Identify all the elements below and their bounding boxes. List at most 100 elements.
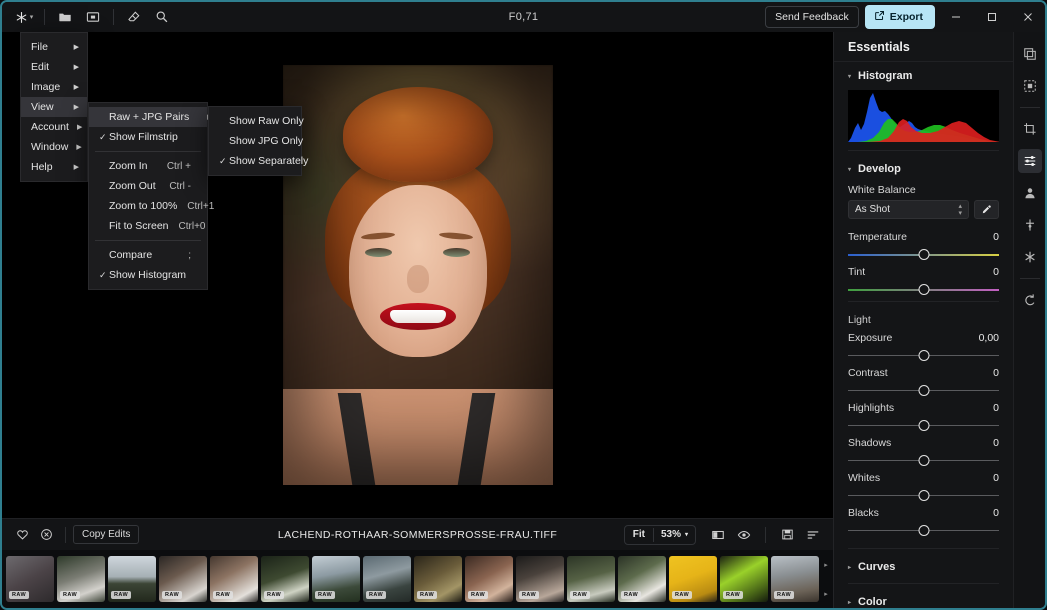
raw-jpg-pairs-submenu[interactable]: Show Raw Only Show JPG Only ✓ Show Separate… [208,106,308,176]
histogram-section-header[interactable]: ▾ Histogram [834,62,1013,88]
close-button[interactable] [1013,2,1043,32]
effects-icon[interactable] [1018,245,1042,269]
heart-icon[interactable] [10,524,34,546]
slider-knob[interactable] [918,284,929,295]
scroll-up-icon[interactable]: ▸ [824,561,828,569]
view-menu-item-show-filmstrip[interactable]: ✓ Show Filmstrip [89,127,207,147]
slider-shadows[interactable]: Shadows 0 [834,433,1013,468]
develop-section-header[interactable]: ▾ Develop [834,155,1013,181]
sort-icon[interactable] [801,524,825,546]
view-menu-item-zoom-in[interactable]: Zoom In Ctrl + [89,156,207,176]
fit-button[interactable]: Fit [625,529,653,540]
eraser-icon[interactable] [120,6,148,28]
view-menu-item-zoom-out[interactable]: Zoom Out Ctrl - [89,176,207,196]
filmstrip[interactable]: RAW RAW RAW RAW RAW RAW RAW RAW RAW RAW RAW RAW RAW R… [2,550,833,608]
menu-item-file[interactable]: File ▶ [21,37,87,57]
maximize-button[interactable] [977,2,1007,32]
reset-icon[interactable] [1018,288,1042,312]
slider-track[interactable] [848,454,999,468]
layers-icon[interactable] [1018,42,1042,66]
filmstrip-thumbnail[interactable]: RAW [363,556,411,602]
zoom-level-dropdown[interactable]: 53% ▾ [654,529,695,540]
filmstrip-thumbnail[interactable]: RAW [6,556,54,602]
filmstrip-thumbnail[interactable]: RAW [669,556,717,602]
slider-knob[interactable] [918,455,929,466]
slider-track[interactable] [848,419,999,433]
pairs-menu-item-show-raw-only[interactable]: Show Raw Only [209,111,304,131]
slider-value: 0 [993,507,999,519]
send-feedback-button[interactable]: Send Feedback [765,6,859,28]
filmstrip-thumbnail[interactable]: RAW [618,556,666,602]
reject-icon[interactable] [34,524,58,546]
adjustments-icon[interactable] [1017,149,1042,173]
export-button[interactable]: Export [864,5,935,29]
slider-knob[interactable] [918,420,929,431]
compare-split-icon[interactable] [706,524,730,546]
slider-track[interactable] [848,489,999,503]
filmstrip-thumbnail[interactable]: RAW [261,556,309,602]
slider-knob[interactable] [918,525,929,536]
view-menu-item-raw-jpg-pairs[interactable]: Raw + JPG Pairs▶ [89,107,213,127]
white-balance-select[interactable]: As Shot ▴ ▾ [848,200,969,219]
filmstrip-scroll-arrows[interactable]: ▸ ▸ [819,550,833,608]
slider-highlights[interactable]: Highlights 0 [834,398,1013,433]
portrait-icon[interactable] [1018,181,1042,205]
slider-temperature[interactable]: Temperature 0 [834,227,1013,262]
view-menu-item-compare[interactable]: Compare; [89,245,207,265]
menu-item-image[interactable]: Image ▶ [21,77,87,97]
folder-icon[interactable] [51,6,79,28]
eyedropper-icon[interactable] [974,200,999,219]
filmstrip-thumbnail[interactable]: RAW [414,556,462,602]
pairs-menu-item-show-jpg-only[interactable]: Show JPG Only [209,131,303,151]
minimize-button[interactable] [941,2,971,32]
view-menu-item-fit-to-screen[interactable]: Fit to Screen Ctrl+0 [89,216,207,236]
preview-image[interactable] [282,65,553,485]
slider-tint[interactable]: Tint 0 [834,262,1013,297]
before-after-eye-icon[interactable] [732,524,756,546]
retouch-icon[interactable] [1018,213,1042,237]
scroll-down-icon[interactable]: ▸ [824,590,828,598]
filmstrip-thumbnail[interactable]: RAW [567,556,615,602]
view-menu[interactable]: Raw + JPG Pairs▶✓Show Filmstrip Zoom InCt… [88,102,214,290]
slider-knob[interactable] [918,385,929,396]
slider-knob[interactable] [918,249,929,260]
color-section-header[interactable]: ▸ Color [834,588,1013,608]
slider-knob[interactable] [918,350,929,361]
filmstrip-thumbnail[interactable]: RAW [159,556,207,602]
view-menu-item-show-histogram[interactable]: ✓ Show Histogram [89,265,207,285]
main-menu[interactable]: File ▶ Edit ▶ Image ▶ View ▶ Account ▶ Window ▶ Help… [20,32,88,182]
filmstrip-thumbnail[interactable]: RAW [465,556,513,602]
slider-knob[interactable] [918,490,929,501]
import-icon[interactable] [79,6,107,28]
menu-item-account[interactable]: Account ▶ [21,117,87,137]
menu-item-window[interactable]: Window ▶ [21,137,87,157]
slider-contrast[interactable]: Contrast 0 [834,363,1013,398]
menu-item-edit[interactable]: Edit ▶ [21,57,87,77]
pairs-menu-item-show-separately[interactable]: ✓ Show Separately [209,151,308,171]
filmstrip-thumbnail[interactable]: RAW [771,556,819,602]
slider-exposure[interactable]: Exposure 0,00 [834,328,1013,363]
save-icon[interactable] [775,524,799,546]
slider-track[interactable] [848,349,999,363]
slider-blacks[interactable]: Blacks 0 [834,503,1013,538]
app-logo-icon[interactable]: ▾ [10,6,38,28]
filmstrip-thumbnail[interactable]: RAW [720,556,768,602]
menu-item-help[interactable]: Help ▶ [21,157,87,177]
slider-track[interactable] [848,384,999,398]
select-subject-icon[interactable] [1018,74,1042,98]
zoom-icon[interactable] [148,6,176,28]
crop-icon[interactable] [1018,117,1042,141]
filmstrip-thumbnail[interactable]: RAW [210,556,258,602]
copy-edits-button[interactable]: Copy Edits [73,525,140,544]
filmstrip-thumbnail[interactable]: RAW [312,556,360,602]
menu-item-view[interactable]: View ▶ [21,97,87,117]
view-menu-item-zoom-to-100[interactable]: Zoom to 100% Ctrl+1 [89,196,214,216]
filmstrip-thumbnail[interactable]: RAW [108,556,156,602]
slider-track[interactable] [848,248,999,262]
curves-section-header[interactable]: ▸ Curves [834,553,1013,579]
slider-whites[interactable]: Whites 0 [834,468,1013,503]
filmstrip-thumbnail[interactable]: RAW [516,556,564,602]
slider-track[interactable] [848,524,999,538]
slider-track[interactable] [848,283,999,297]
filmstrip-thumbnail[interactable]: RAW [57,556,105,602]
